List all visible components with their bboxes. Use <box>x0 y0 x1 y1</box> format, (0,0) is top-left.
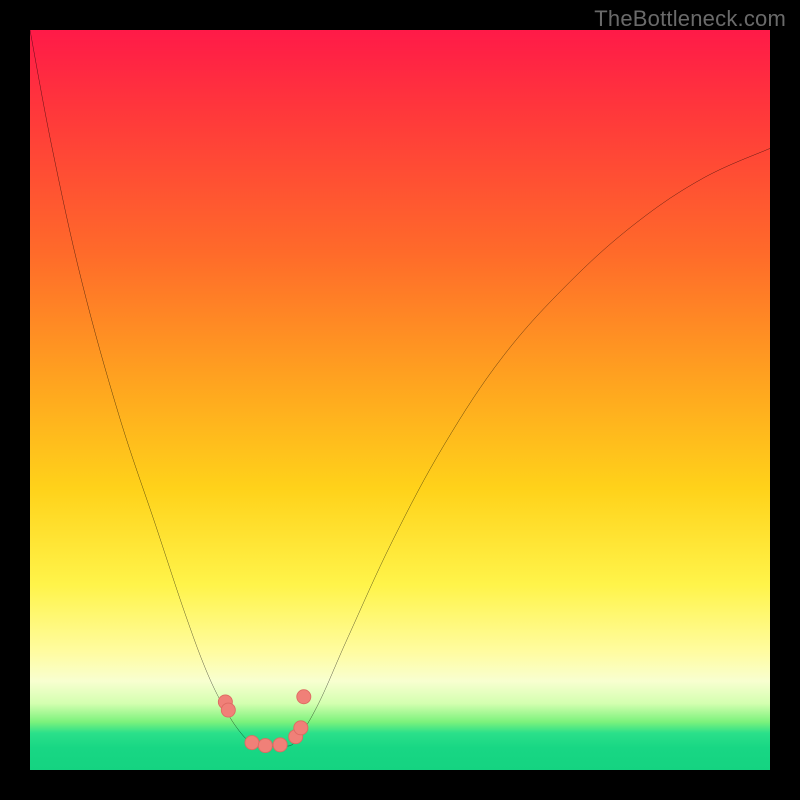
watermark-text: TheBottleneck.com <box>594 6 786 32</box>
marker-dot <box>258 739 272 753</box>
marker-dot <box>297 690 311 704</box>
series-right-curve <box>285 148 770 746</box>
chart-frame: TheBottleneck.com <box>0 0 800 800</box>
series-left-curve <box>30 30 263 746</box>
marker-dot <box>273 738 287 752</box>
plot-area <box>30 30 770 770</box>
series-group <box>30 30 770 746</box>
marker-dot <box>245 736 259 750</box>
curve-layer <box>30 30 770 770</box>
marker-dot <box>221 703 235 717</box>
marker-dot <box>294 721 308 735</box>
